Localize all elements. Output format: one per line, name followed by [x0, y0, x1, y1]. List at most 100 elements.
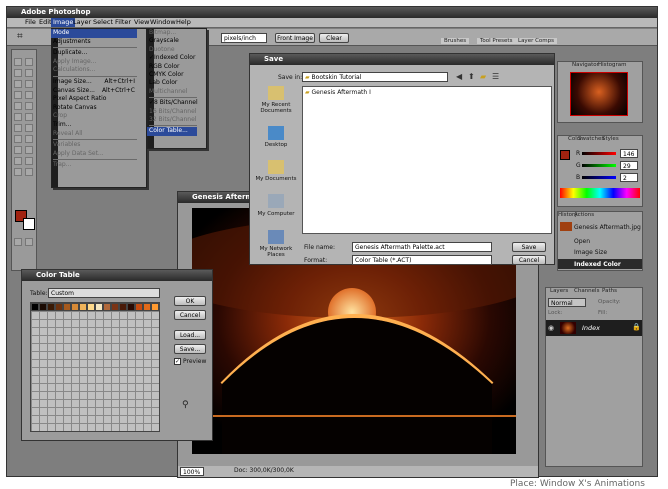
g-value[interactable]: 29	[620, 161, 638, 170]
history-snapshot[interactable]: Genesis Aftermath.jpg	[574, 224, 641, 231]
color-table-grid[interactable]	[30, 302, 160, 432]
menu-item[interactable]: Mode	[51, 29, 137, 38]
menu-layer[interactable]: Layer	[73, 18, 91, 27]
place-recent[interactable]: My Recent Documents	[254, 102, 298, 114]
back-icon[interactable]: ◀	[456, 72, 462, 81]
color-swatch[interactable]	[87, 303, 95, 311]
menu-item[interactable]: ✓Indexed Color	[147, 54, 197, 62]
color-swatch[interactable]	[63, 303, 71, 311]
zoom-tool-icon[interactable]	[25, 168, 33, 176]
front-image-button[interactable]: Front Image	[275, 33, 315, 43]
preview-checkbox[interactable]: ✓	[174, 358, 181, 365]
menu-file[interactable]: File	[25, 18, 36, 27]
network-places-icon[interactable]	[268, 230, 284, 244]
menu-item[interactable]: Lab Color	[147, 79, 197, 87]
menu-item[interactable]: Color Table...	[147, 127, 197, 136]
eraser-tool-icon[interactable]	[14, 113, 22, 121]
slice-tool-icon[interactable]	[25, 80, 33, 88]
menu-item[interactable]: Rotate Canvas	[51, 104, 137, 113]
r-slider[interactable]	[582, 152, 616, 155]
new-folder-icon[interactable]: ▰	[480, 72, 486, 81]
tab-layers[interactable]: Layers	[550, 288, 568, 294]
menu-view[interactable]: View	[134, 18, 149, 27]
background-color-swatch[interactable]	[23, 218, 35, 230]
color-swatch[interactable]	[135, 303, 143, 311]
color-fg-swatch[interactable]	[560, 150, 570, 160]
magic-wand-tool-icon[interactable]	[25, 69, 33, 77]
blend-mode-select[interactable]: Normal	[548, 298, 586, 307]
tab-channels[interactable]: Channels	[574, 288, 599, 294]
cancel-button[interactable]: Cancel	[512, 255, 546, 265]
menu-item[interactable]: Bitmap...	[147, 29, 197, 37]
desktop-icon[interactable]	[268, 126, 284, 140]
cancel-button[interactable]: Cancel	[174, 310, 206, 320]
menu-item[interactable]: Duplicate...	[51, 49, 137, 58]
b-slider[interactable]	[582, 176, 616, 179]
menu-item[interactable]: Adjustments	[51, 38, 137, 47]
color-swatch[interactable]	[103, 303, 111, 311]
filename-input[interactable]: Genesis Aftermath Palette.act	[352, 242, 492, 252]
quickmask-icon[interactable]	[14, 238, 22, 246]
color-swatch[interactable]	[79, 303, 87, 311]
table-select[interactable]: Custom	[48, 288, 160, 298]
color-swatch[interactable]	[55, 303, 63, 311]
r-value[interactable]: 146	[620, 149, 638, 158]
crop-icon[interactable]	[14, 80, 22, 88]
file-item[interactable]: ▰ Genesis Aftermath I	[305, 89, 371, 96]
menu-item[interactable]: ✓8 Bits/Channel	[147, 99, 198, 107]
place-computer[interactable]: My Computer	[254, 211, 298, 217]
menu-help[interactable]: Help	[176, 18, 191, 27]
history-item-active[interactable]: Indexed Color	[558, 259, 642, 269]
menu-window[interactable]: Window	[150, 18, 176, 27]
menu-item[interactable]: Apply Data Set...	[51, 150, 137, 159]
place-desktop[interactable]: Desktop	[254, 142, 298, 148]
eye-icon[interactable]: ◉	[548, 324, 554, 332]
marquee-tool-icon[interactable]	[14, 58, 22, 66]
color-swatch[interactable]	[143, 303, 151, 311]
menu-image[interactable]: Image	[51, 18, 76, 27]
format-select[interactable]: Color Table (*.ACT)	[352, 255, 492, 265]
g-slider[interactable]	[582, 164, 616, 167]
color-swatch[interactable]	[111, 303, 119, 311]
dodge-tool-icon[interactable]	[25, 124, 33, 132]
menu-item[interactable]: RGB Color	[147, 63, 197, 71]
color-spectrum[interactable]	[560, 188, 640, 198]
tab-styles[interactable]: Styles	[602, 136, 619, 142]
zoom-field[interactable]: 100%	[180, 467, 204, 476]
crop-tool-icon[interactable]: ⌗	[17, 31, 23, 42]
menu-item[interactable]: Crop	[51, 112, 137, 121]
color-swatch[interactable]	[71, 303, 79, 311]
menu-item[interactable]: Canvas Size... Alt+Ctrl+C	[51, 87, 137, 96]
menu-item[interactable]: Variables	[51, 141, 137, 150]
up-folder-icon[interactable]: ⬆	[468, 72, 475, 81]
menu-item[interactable]: Pixel Aspect Ratio	[51, 95, 137, 104]
tab-navigator[interactable]: Navigator	[572, 62, 599, 68]
tab-swatches[interactable]: Swatches	[578, 136, 604, 142]
eyedropper-tool-icon[interactable]	[25, 157, 33, 165]
history-brush-icon[interactable]	[25, 102, 33, 110]
save-in-select[interactable]: ▰ Bootskin Tutorial	[302, 72, 448, 82]
heal-tool-icon[interactable]	[14, 91, 22, 99]
my-computer-icon[interactable]	[268, 194, 284, 208]
color-swatch[interactable]	[95, 303, 103, 311]
layer-row-index[interactable]: ◉ Index 🔒	[546, 320, 642, 336]
history-item[interactable]: Image Size	[574, 249, 607, 256]
history-item[interactable]: Open	[574, 238, 590, 245]
menu-item[interactable]: 32 Bits/Channel	[147, 116, 197, 124]
color-swatch[interactable]	[151, 303, 159, 311]
gradient-tool-icon[interactable]	[25, 113, 33, 121]
lasso-tool-icon[interactable]	[14, 69, 22, 77]
my-documents-icon[interactable]	[268, 160, 284, 174]
menu-item[interactable]: 16 Bits/Channel	[147, 108, 197, 116]
menu-item[interactable]: Reveal All	[51, 130, 137, 139]
tab-tool-presets[interactable]: Tool Presets	[477, 38, 516, 44]
stamp-tool-icon[interactable]	[14, 102, 22, 110]
tab-layer-comps[interactable]: Layer Comps	[515, 38, 558, 44]
save-palette-button[interactable]: Save...	[174, 344, 206, 354]
save-button[interactable]: Save	[512, 242, 546, 252]
tab-histogram[interactable]: Histogram	[598, 62, 627, 68]
place-documents[interactable]: My Documents	[254, 176, 298, 182]
menu-item[interactable]: Image Size... Alt+Ctrl+I	[51, 78, 137, 87]
b-value[interactable]: 2	[620, 173, 638, 182]
brush-tool-icon[interactable]	[25, 91, 33, 99]
